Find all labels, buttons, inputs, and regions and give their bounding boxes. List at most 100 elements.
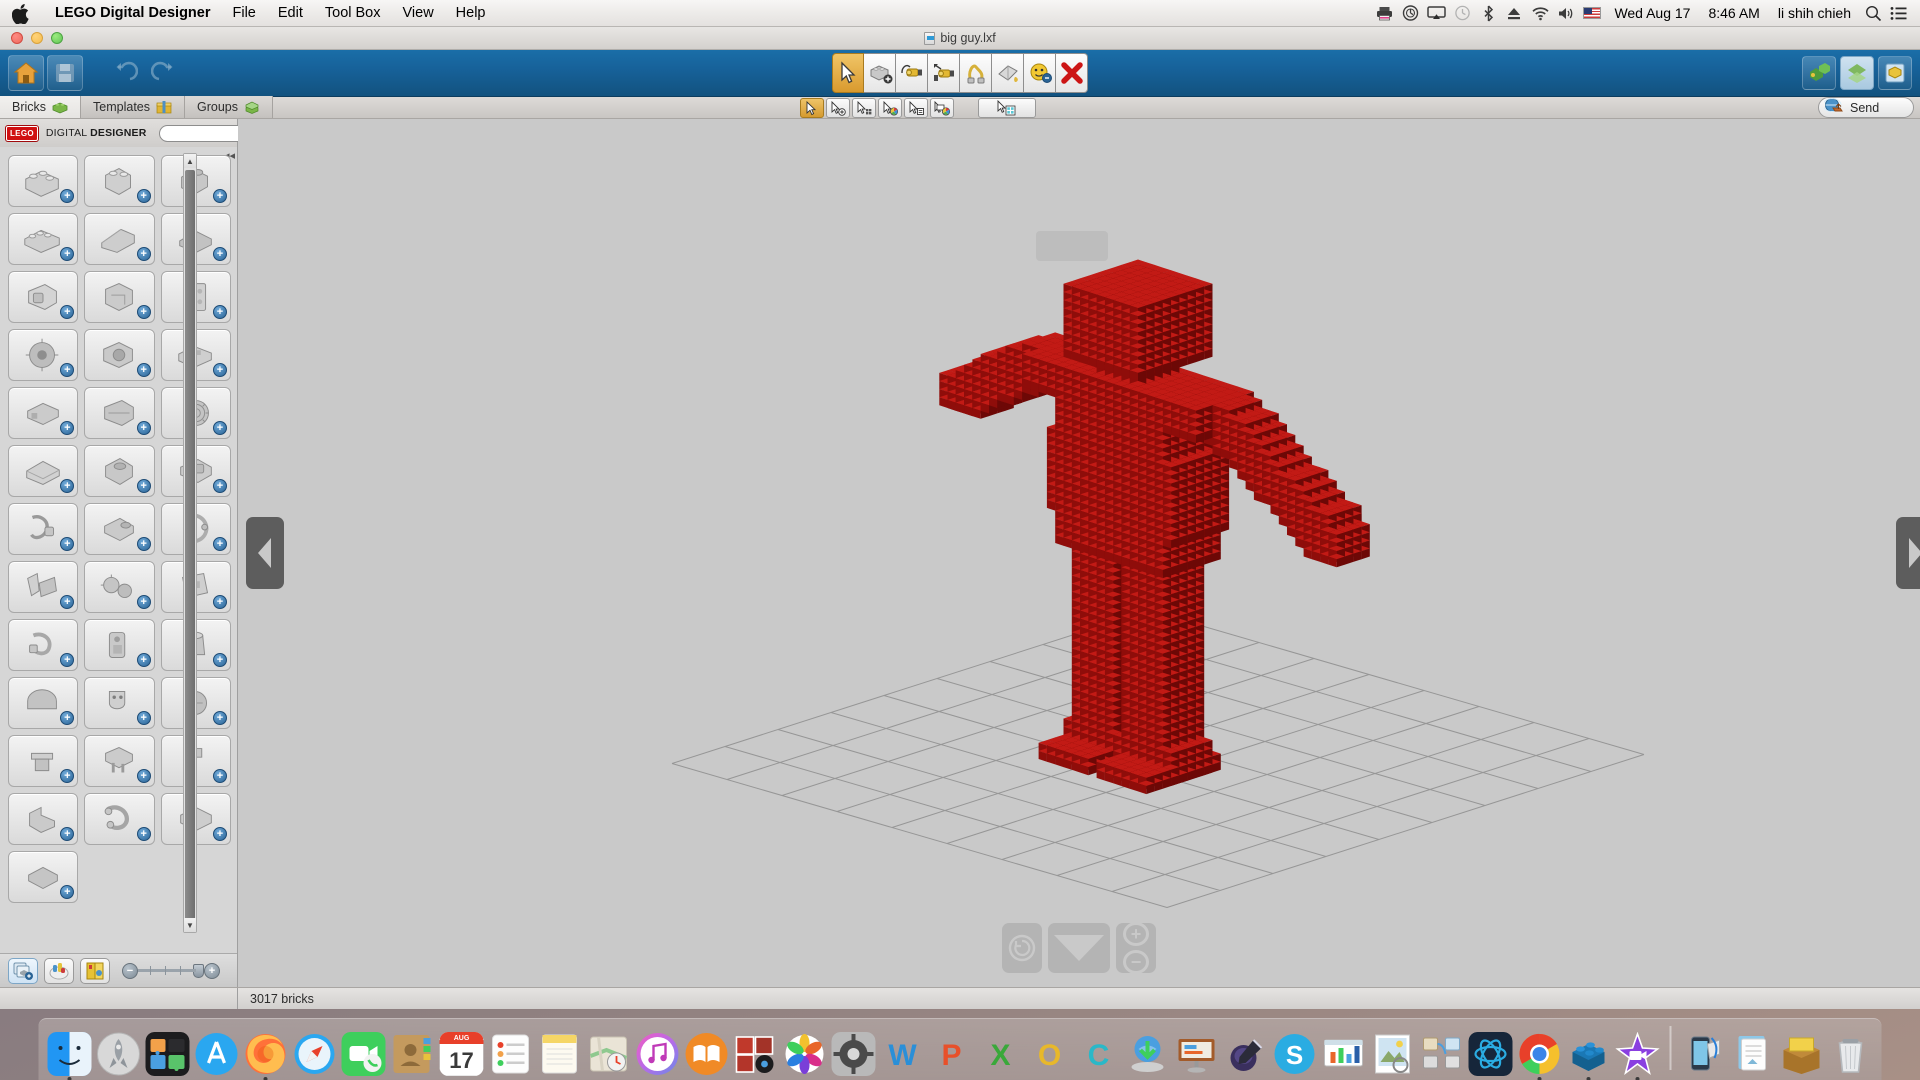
dock-item-autodesk-123d[interactable] bbox=[1468, 1030, 1514, 1076]
viewport-zoom-in[interactable]: + bbox=[1123, 922, 1149, 946]
dock-item-reminders[interactable] bbox=[488, 1030, 534, 1076]
add-brick-icon[interactable]: + bbox=[136, 653, 151, 667]
brick-palette-item[interactable]: + bbox=[8, 851, 79, 903]
dock-item-finder[interactable] bbox=[47, 1030, 93, 1080]
scroll-up-arrow[interactable]: ▲ bbox=[184, 154, 196, 168]
dock-item-imovie[interactable] bbox=[1615, 1030, 1661, 1080]
color-palette-button[interactable] bbox=[44, 957, 74, 984]
add-brick-icon[interactable]: + bbox=[136, 537, 151, 551]
palette-zoom-slider[interactable]: − + bbox=[122, 962, 220, 979]
dock-item-documents-stack[interactable] bbox=[1730, 1030, 1776, 1076]
menubar-time[interactable]: 8:46 AM bbox=[1699, 5, 1768, 21]
add-brick-icon[interactable]: + bbox=[136, 247, 151, 261]
dock-item-system-preferences[interactable] bbox=[831, 1030, 877, 1076]
save-icon[interactable] bbox=[47, 55, 83, 91]
brick-palette-item[interactable]: + bbox=[84, 329, 155, 381]
tab-templates[interactable]: Templates bbox=[81, 96, 186, 118]
add-brick-icon[interactable]: + bbox=[136, 363, 151, 377]
zoom-out-button[interactable]: − bbox=[122, 962, 138, 979]
brick-palette-item[interactable]: + bbox=[84, 445, 155, 497]
dock-item-calendar[interactable]: AUG 17 bbox=[439, 1030, 485, 1076]
apple-logo-icon[interactable] bbox=[12, 3, 29, 24]
clock-history-icon[interactable] bbox=[1449, 0, 1475, 27]
dock-item-downloads-stack[interactable] bbox=[1779, 1030, 1825, 1076]
dock-item-keynote[interactable] bbox=[1174, 1030, 1220, 1076]
select-all-tool[interactable] bbox=[978, 98, 1036, 118]
select-single[interactable] bbox=[800, 98, 824, 118]
dock-item-libreoffice-base[interactable]: O bbox=[1027, 1030, 1073, 1076]
brick-palette-item[interactable]: + bbox=[8, 155, 79, 207]
add-brick-icon[interactable]: + bbox=[136, 479, 151, 493]
dock-item-libreoffice-impress[interactable]: P bbox=[929, 1030, 975, 1076]
add-brick-icon[interactable]: + bbox=[213, 189, 227, 203]
model-viewport[interactable]: + − bbox=[238, 119, 1920, 987]
dock-item-launchpad[interactable] bbox=[96, 1030, 142, 1076]
dock-item-facetime[interactable] bbox=[341, 1030, 387, 1076]
brick-palette-item[interactable]: + bbox=[8, 619, 79, 671]
add-brick-icon[interactable]: + bbox=[136, 595, 151, 609]
brick-palette-item[interactable]: + bbox=[84, 271, 155, 323]
dock-item-google-chrome[interactable] bbox=[1517, 1030, 1563, 1080]
select-color-shape[interactable] bbox=[930, 98, 954, 118]
home-icon[interactable] bbox=[8, 55, 44, 91]
next-view-arrow[interactable] bbox=[1896, 517, 1920, 589]
dock-item-preview[interactable] bbox=[1370, 1030, 1416, 1076]
dock-item-notes[interactable] bbox=[537, 1030, 583, 1076]
building-guide-icon[interactable] bbox=[1878, 56, 1912, 90]
add-brick-icon[interactable]: + bbox=[213, 711, 227, 725]
select-same-color[interactable] bbox=[878, 98, 902, 118]
paint-tool[interactable] bbox=[992, 53, 1024, 93]
bluetooth-icon[interactable] bbox=[1475, 0, 1501, 27]
select-same-shape-color[interactable] bbox=[904, 98, 928, 118]
tilt-view-icon[interactable] bbox=[1048, 923, 1110, 973]
dock-item-itunes[interactable] bbox=[635, 1030, 681, 1076]
clone-tool[interactable] bbox=[864, 53, 896, 93]
add-brick-icon[interactable]: + bbox=[60, 537, 75, 551]
add-brick-icon[interactable]: + bbox=[60, 595, 75, 609]
hinge-align-tool[interactable] bbox=[928, 53, 960, 93]
brick-palette-item[interactable]: + bbox=[8, 677, 79, 729]
printer-icon[interactable] bbox=[1371, 0, 1397, 27]
eject-icon[interactable] bbox=[1501, 0, 1527, 27]
menu-view[interactable]: View bbox=[392, 0, 445, 26]
zoom-in-button[interactable]: + bbox=[204, 962, 220, 979]
brick-palette-item[interactable]: + bbox=[8, 561, 79, 613]
add-brick-icon[interactable]: + bbox=[60, 885, 75, 899]
brick-palette-item[interactable]: + bbox=[84, 387, 155, 439]
add-brick-icon[interactable]: + bbox=[136, 305, 151, 319]
add-brick-icon[interactable]: + bbox=[60, 711, 75, 725]
volume-icon[interactable] bbox=[1553, 0, 1579, 27]
add-brick-icon[interactable]: + bbox=[213, 479, 227, 493]
menu-edit[interactable]: Edit bbox=[267, 0, 314, 26]
dock-item-trash[interactable] bbox=[1828, 1030, 1874, 1076]
brick-palette-item[interactable]: + bbox=[84, 155, 155, 207]
add-brick-icon[interactable]: + bbox=[136, 189, 151, 203]
brick-palette-item[interactable]: + bbox=[8, 503, 79, 555]
add-brick-icon[interactable]: + bbox=[213, 247, 227, 261]
build-mode-icon[interactable] bbox=[1802, 56, 1836, 90]
add-brick-icon[interactable]: + bbox=[60, 305, 75, 319]
add-brick-icon[interactable]: + bbox=[136, 827, 151, 841]
menu-tool-box[interactable]: Tool Box bbox=[314, 0, 392, 26]
brick-palette-item[interactable]: + bbox=[8, 329, 79, 381]
previous-view-arrow[interactable] bbox=[246, 517, 284, 589]
add-brick-icon[interactable]: + bbox=[213, 305, 227, 319]
brick-palette-item[interactable]: + bbox=[84, 677, 155, 729]
brick-palette-button[interactable] bbox=[8, 957, 38, 984]
delete-tool[interactable] bbox=[1056, 53, 1088, 93]
dock-item-app-store[interactable] bbox=[194, 1030, 240, 1076]
dock-item-inkscape[interactable] bbox=[1223, 1030, 1269, 1076]
add-brick-icon[interactable]: + bbox=[60, 827, 75, 841]
scroll-down-arrow[interactable]: ▼ bbox=[184, 918, 196, 932]
add-brick-icon[interactable]: + bbox=[60, 247, 75, 261]
dock-item-image-capture[interactable] bbox=[1419, 1030, 1465, 1076]
dock-item-skype[interactable]: S bbox=[1272, 1030, 1318, 1076]
dock-item-iphone-transfer-stack[interactable] bbox=[1681, 1030, 1727, 1076]
brick-palette-item[interactable]: + bbox=[8, 271, 79, 323]
brick-palette-item[interactable]: + bbox=[8, 735, 79, 787]
add-brick-icon[interactable]: + bbox=[213, 421, 227, 435]
notification-center-icon[interactable] bbox=[1886, 0, 1912, 27]
add-brick-icon[interactable]: + bbox=[136, 421, 151, 435]
menubar-user[interactable]: li shih chieh bbox=[1769, 5, 1860, 21]
zoom-track[interactable] bbox=[138, 966, 196, 975]
